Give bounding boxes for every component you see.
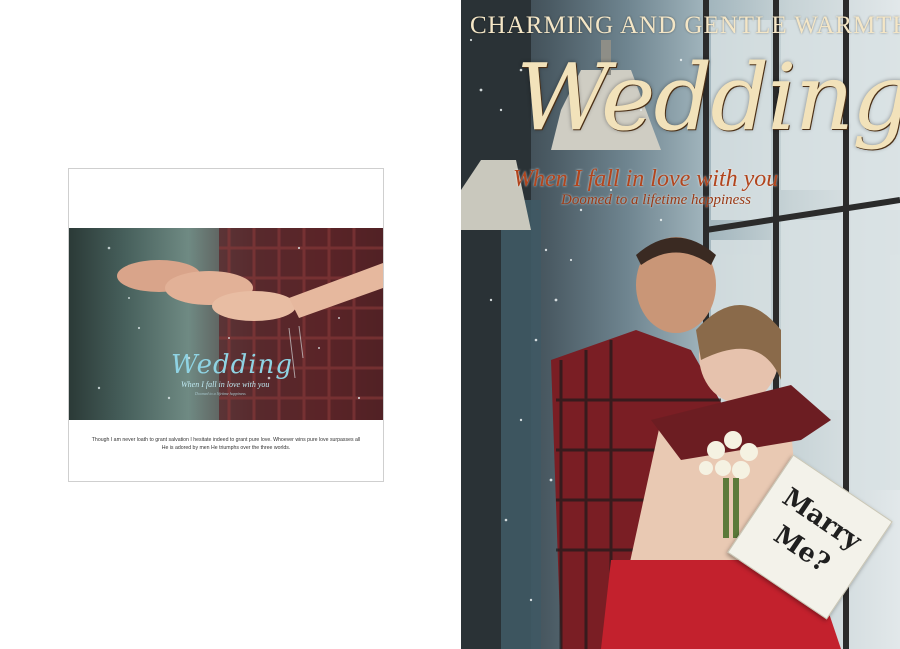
- left-logo-subtitle-small: Doomed to a lifetime happiness: [195, 391, 246, 396]
- left-wedding-logo: Wedding When I fall in love with you Doo…: [171, 350, 293, 410]
- tagline: When I fall in love with you: [513, 166, 779, 192]
- page-headline: CHARMING AND GENTLE WARMTH: [470, 12, 900, 39]
- subtagline: Doomed to a lifetime happiness: [561, 192, 751, 208]
- caption-line-1: Though I am never loath to grant salvati…: [91, 437, 361, 443]
- left-logo-subtitle: When I fall in love with you: [181, 380, 270, 389]
- hands-in-rain-photo: Wedding When I fall in love with you Doo…: [69, 228, 383, 420]
- caption-line-2: He is adored by men He triumphs over the…: [161, 445, 291, 451]
- left-logo-word: Wedding: [171, 350, 293, 380]
- left-caption: Though I am never loath to grant salvati…: [69, 436, 383, 452]
- left-page-card: Wedding When I fall in love with you Doo…: [68, 168, 384, 482]
- wedding-title: Wedding: [516, 44, 900, 151]
